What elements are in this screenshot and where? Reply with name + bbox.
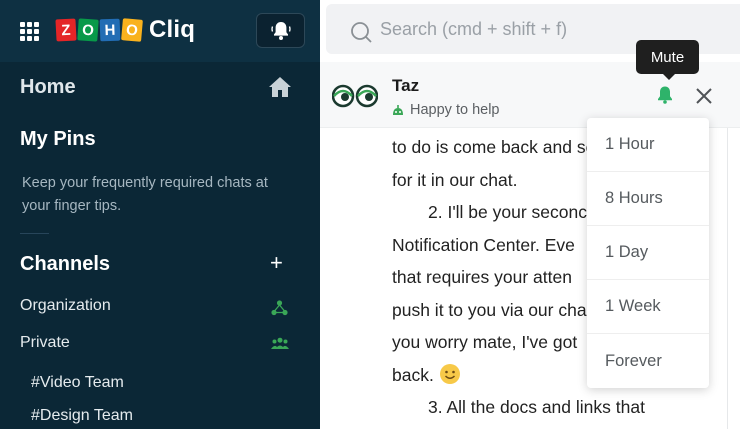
chat-right-border: [727, 128, 728, 429]
mute-option-forever[interactable]: Forever: [587, 334, 709, 388]
people-group-icon: [271, 337, 289, 349]
message-line: 3. All the docs and links that: [428, 397, 645, 417]
sidebar: Z O H O Cliq Home My Pins Keep your freq…: [0, 0, 320, 429]
message-line: back.: [392, 364, 434, 385]
logo-letter: O: [121, 18, 143, 42]
mute-tooltip: Mute: [636, 40, 699, 80]
home-label: Home: [20, 76, 76, 98]
logo-letter: O: [77, 18, 99, 42]
sidebar-item-private[interactable]: Private: [0, 330, 320, 360]
mute-bell-icon[interactable]: [656, 86, 674, 104]
home-icon: [269, 77, 291, 97]
logo-letter: Z: [55, 18, 77, 42]
sidebar-item-home[interactable]: Home: [0, 70, 320, 106]
my-pins-title: My Pins: [20, 128, 96, 150]
zoho-cliq-logo: Z O H O Cliq: [55, 16, 196, 44]
channels-title: Channels: [20, 253, 111, 275]
channel-item-design-team[interactable]: #Design Team: [31, 407, 133, 425]
app-grid-icon[interactable]: [20, 22, 39, 41]
sidebar-item-organization[interactable]: Organization: [0, 293, 320, 323]
bot-status: Happy to help: [392, 102, 499, 118]
pins-desc-line: Keep your frequently required chats at: [22, 175, 268, 191]
bot-status-icon: [393, 104, 403, 115]
pins-desc-line: your finger tips.: [22, 198, 122, 214]
organization-icon: [271, 300, 288, 316]
search-icon: [351, 22, 372, 43]
notification-bell-button[interactable]: [256, 13, 305, 48]
taz-bot-avatar-icon: [332, 84, 378, 108]
bot-name[interactable]: Taz: [392, 76, 419, 96]
close-icon[interactable]: [695, 87, 713, 105]
mute-option-1-week[interactable]: 1 Week: [587, 280, 709, 334]
sidebar-divider: [20, 233, 49, 234]
smiley-emoji-icon: [439, 363, 460, 384]
my-pins-description: Keep your frequently required chats at y…: [22, 172, 312, 218]
mute-duration-menu: 1 Hour 8 Hours 1 Day 1 Week Forever: [587, 118, 709, 388]
search-input[interactable]: [380, 16, 710, 42]
private-label: Private: [20, 334, 70, 351]
bot-status-text: Happy to help: [410, 102, 500, 118]
add-channel-plus-icon[interactable]: +: [270, 252, 283, 274]
mute-tooltip-label: Mute: [650, 48, 685, 66]
mute-option-1-hour[interactable]: 1 Hour: [587, 118, 709, 172]
mute-option-1-day[interactable]: 1 Day: [587, 226, 709, 280]
logo-letter: H: [99, 18, 121, 42]
mute-option-8-hours[interactable]: 8 Hours: [587, 172, 709, 226]
organization-label: Organization: [20, 297, 111, 314]
bell-ringing-icon: [270, 21, 291, 40]
channel-item-video-team[interactable]: #Video Team: [31, 374, 124, 392]
logo-word: Cliq: [149, 16, 196, 43]
sidebar-topbar: Z O H O Cliq: [0, 0, 320, 62]
